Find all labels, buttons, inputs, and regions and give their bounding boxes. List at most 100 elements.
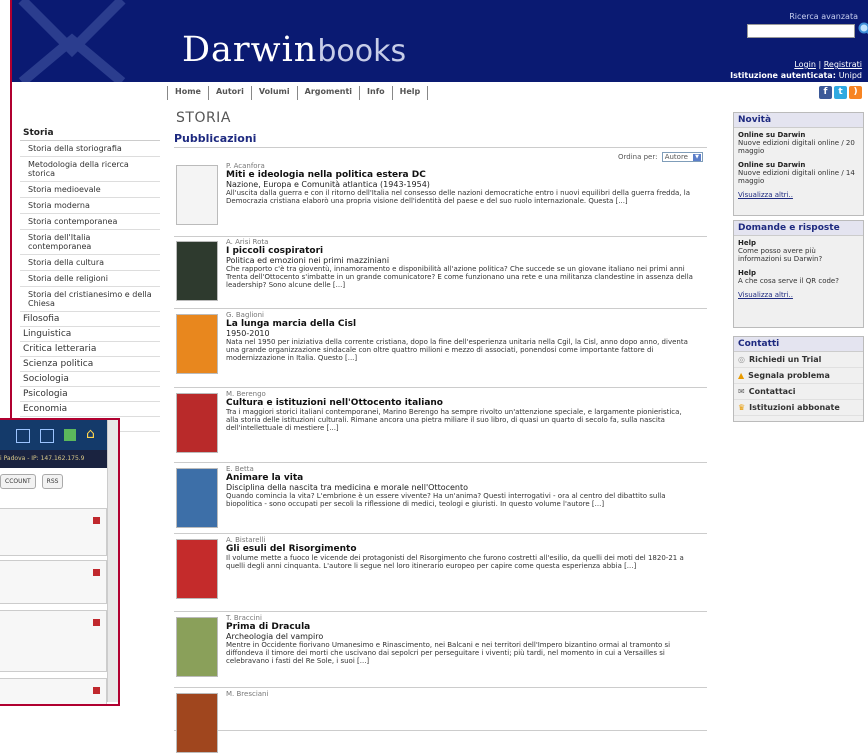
contact-label: Segnala problema (748, 371, 830, 380)
sort-label: Ordina per: (618, 153, 657, 161)
nav-argomenti[interactable]: Argomenti (297, 86, 359, 100)
sidebar-subcategory[interactable]: Storia del cristianesimo e della Chiesa (20, 287, 160, 312)
book-cover[interactable] (176, 165, 218, 225)
overlay-window: ⌂ i Padova - IP: 147.162.175.9 CCOUNT RS… (0, 418, 120, 706)
site-logo[interactable]: Darwinbooks (182, 30, 406, 70)
sidebar-category[interactable]: Sociologia (20, 372, 160, 387)
calendar-icon[interactable] (16, 429, 30, 443)
chart-icon[interactable] (64, 429, 76, 441)
overlay-card (0, 610, 107, 672)
book-cover[interactable] (176, 314, 218, 374)
sidebar-subcategory[interactable]: Storia contemporanea (20, 214, 160, 230)
facebook-icon[interactable]: f (819, 86, 832, 99)
book-title[interactable]: Prima di Dracula (226, 622, 696, 632)
book-item[interactable]: T. BracciniPrima di DraculaArcheologia d… (174, 614, 707, 688)
register-link[interactable]: Registrati (824, 60, 862, 69)
book-title[interactable]: Cultura e istituzioni nell'Ottocento ita… (226, 398, 696, 408)
chevron-down-icon: ▼ (693, 154, 701, 161)
search-icon[interactable] (858, 22, 868, 38)
close-icon[interactable] (93, 569, 100, 576)
sidebar-category[interactable]: Linguistica (20, 327, 160, 342)
book-item[interactable]: M. BerengoCultura e istituzioni nell'Ott… (174, 390, 707, 463)
rss-icon[interactable]: ) (849, 86, 862, 99)
book-author[interactable]: T. Braccini (226, 614, 696, 622)
news-item[interactable]: Online su DarwinNuove edizioni digitali … (738, 161, 859, 185)
sidebar-category[interactable]: Psicologia (20, 387, 160, 402)
nav-info[interactable]: Info (359, 86, 392, 100)
contact-item[interactable]: ◎Richiedi un Trial (734, 352, 863, 368)
book-author[interactable]: M. Bresciani (226, 690, 696, 698)
authenticated-institution: Istituzione autenticata: Unipd (730, 71, 862, 80)
book-text: T. BracciniPrima di DraculaArcheologia d… (226, 614, 696, 665)
book-cover[interactable] (176, 617, 218, 677)
book-cover[interactable] (176, 393, 218, 453)
book-cover[interactable] (176, 539, 218, 599)
book-item[interactable]: E. BettaAnimare la vitaDisciplina della … (174, 465, 707, 534)
nav-volumi[interactable]: Volumi (251, 86, 297, 100)
sidebar-category[interactable]: Scienza politica (20, 357, 160, 372)
rss-button[interactable]: RSS (42, 474, 64, 489)
home-icon[interactable]: ⌂ (86, 426, 95, 442)
book-item[interactable]: P. AcanforaMiti e ideologia nella politi… (174, 162, 707, 237)
news-item[interactable]: Online su DarwinNuove edizioni digitali … (738, 131, 859, 155)
sidebar-category-storia[interactable]: Storia (20, 126, 160, 141)
book-title[interactable]: La lunga marcia della Cisl (226, 319, 696, 329)
sidebar-subcategory[interactable]: Storia moderna (20, 198, 160, 214)
book-item[interactable]: A. BistarelliGli esuli del RisorgimentoI… (174, 536, 707, 612)
book-author[interactable]: E. Betta (226, 465, 696, 473)
contact-item[interactable]: ♛Istituzioni abbonate (734, 400, 863, 416)
nav-help[interactable]: Help (392, 86, 429, 100)
sidebar-subcategory[interactable]: Metodologia della ricerca storica (20, 157, 160, 182)
book-text: M. Bresciani (226, 690, 696, 698)
faq-item[interactable]: HelpA che cosa serve il QR code? (738, 269, 859, 285)
faq-item[interactable]: HelpCome posso avere più informazioni su… (738, 239, 859, 263)
search-input[interactable] (747, 24, 855, 38)
book-author[interactable]: A. Bistarelli (226, 536, 696, 544)
book-title[interactable]: Miti e ideologia nella politica estera D… (226, 170, 696, 180)
book-title[interactable]: Animare la vita (226, 473, 696, 483)
sidebar-category[interactable]: Critica letteraria (20, 342, 160, 357)
sidebar-subcategory[interactable]: Storia dell'Italia contemporanea (20, 230, 160, 255)
sidebar-subcategory[interactable]: Storia delle religioni (20, 271, 160, 287)
book-author[interactable]: P. Acanfora (226, 162, 696, 170)
sort-select[interactable]: Autore▼ (662, 152, 703, 162)
contact-item[interactable]: ✉Contattaci (734, 384, 863, 400)
book-title[interactable]: I piccoli cospiratori (226, 246, 696, 256)
contact-label: Richiedi un Trial (749, 355, 821, 364)
sidebar-subcategory[interactable]: Storia della storiografia (20, 141, 160, 157)
faq-more-link[interactable]: Visualizza altri.. (738, 291, 859, 299)
book-author[interactable]: G. Baglioni (226, 311, 696, 319)
book-cover[interactable] (176, 693, 218, 753)
book-item[interactable]: M. Bresciani (174, 690, 707, 731)
scrollbar[interactable] (107, 420, 118, 702)
account-button[interactable]: CCOUNT (0, 474, 36, 489)
book-author[interactable]: A. Arisi Rota (226, 238, 696, 246)
calendar-icon[interactable] (40, 429, 54, 443)
sidebar-category[interactable]: Economia (20, 402, 160, 417)
book-author[interactable]: M. Berengo (226, 390, 696, 398)
twitter-icon[interactable]: t (834, 86, 847, 99)
book-cover[interactable] (176, 241, 218, 301)
book-item[interactable]: A. Arisi RotaI piccoli cospiratoriPoliti… (174, 238, 707, 309)
close-icon[interactable] (93, 687, 100, 694)
sidebar-subcategory[interactable]: Storia medioevale (20, 182, 160, 198)
book-item[interactable]: G. BaglioniLa lunga marcia della Cisl195… (174, 311, 707, 388)
institution-icon: ♛ (738, 403, 745, 412)
news-more-link[interactable]: Visualizza altri.. (738, 191, 859, 199)
book-subtitle: Nazione, Europa e Comunità atlantica (19… (226, 180, 696, 189)
login-link[interactable]: Login (794, 60, 816, 69)
contacts-box: Contatti ◎Richiedi un Trial▲Segnala prob… (733, 336, 864, 422)
close-icon[interactable] (93, 619, 100, 626)
sidebar-category[interactable]: Filosofia (20, 312, 160, 327)
book-cover[interactable] (176, 468, 218, 528)
news-item-head: Online su Darwin (738, 161, 859, 169)
book-title[interactable]: Gli esuli del Risorgimento (226, 544, 696, 554)
contact-item[interactable]: ▲Segnala problema (734, 368, 863, 384)
close-icon[interactable] (93, 517, 100, 524)
sidebar-subcategory[interactable]: Storia della cultura (20, 255, 160, 271)
nav-autori[interactable]: Autori (208, 86, 251, 100)
book-text: A. BistarelliGli esuli del RisorgimentoI… (226, 536, 696, 570)
advanced-search-link[interactable]: Ricerca avanzata (789, 12, 858, 21)
book-description: Mentre in Occidente fiorivano Umanesimo … (226, 641, 696, 665)
nav-home[interactable]: Home (167, 86, 208, 100)
